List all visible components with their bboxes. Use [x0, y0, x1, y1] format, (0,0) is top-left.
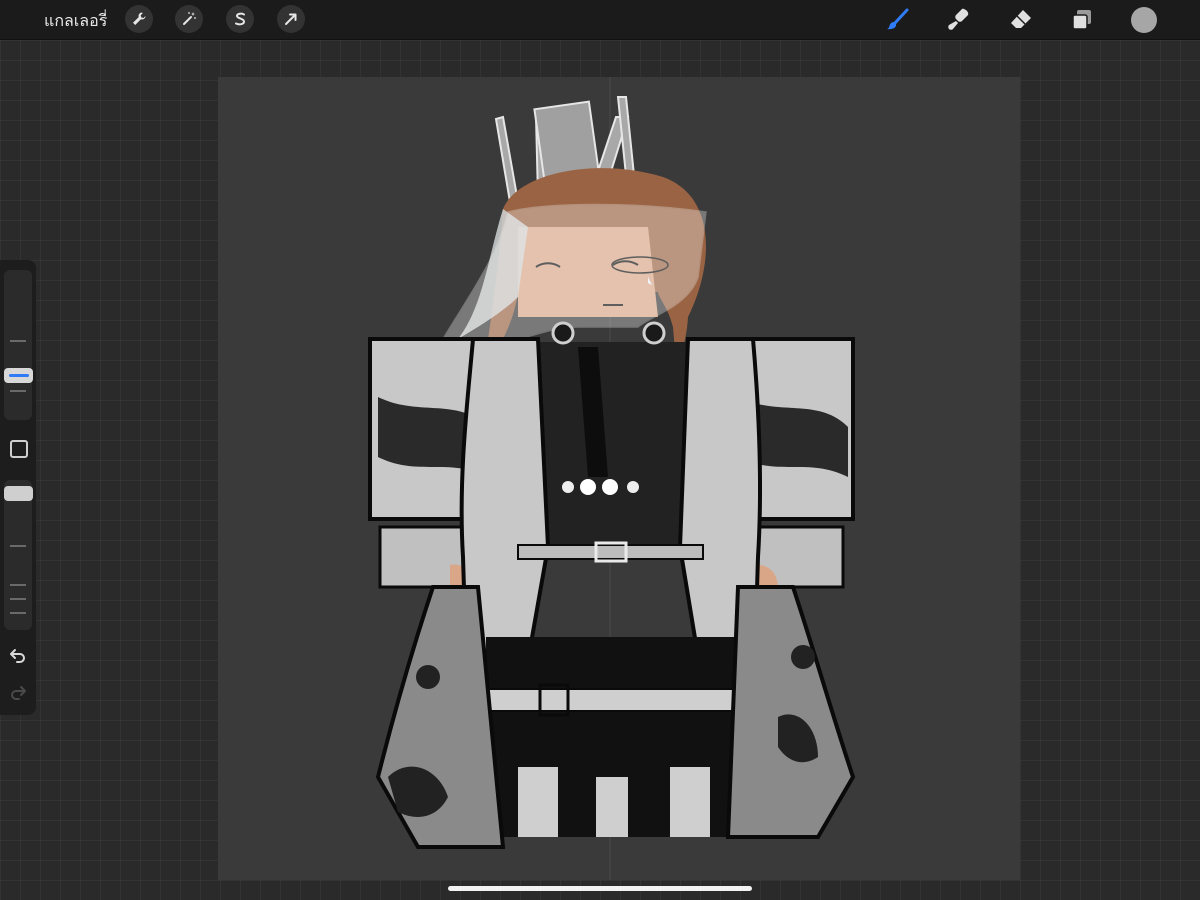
eraser-tool[interactable]	[1006, 5, 1036, 35]
layers-button[interactable]	[1067, 5, 1097, 35]
smudge-icon	[948, 8, 969, 30]
square-icon[interactable]	[10, 440, 28, 458]
actions-button[interactable]	[125, 5, 153, 33]
adjustments-button[interactable]	[175, 5, 203, 33]
drawing-canvas[interactable]	[218, 77, 1020, 880]
transform-button[interactable]	[277, 5, 305, 33]
undo-arrow-icon	[10, 649, 25, 663]
color-picker[interactable]	[1131, 7, 1157, 33]
veil	[441, 203, 707, 348]
opacity-slider[interactable]	[4, 480, 32, 630]
brush-size-thumb[interactable]	[4, 368, 33, 383]
redo-button[interactable]	[8, 682, 28, 702]
wrench-icon	[133, 12, 146, 25]
coat	[368, 321, 856, 849]
top-toolbar: แกลเลอรี่	[0, 0, 1200, 40]
character-illustration	[368, 77, 856, 880]
selection-icon	[235, 12, 246, 26]
gallery-button[interactable]: แกลเลอรี่	[44, 9, 107, 34]
eraser-icon	[1011, 10, 1031, 28]
magic-wand-icon	[183, 12, 196, 25]
redo-arrow-icon	[11, 686, 26, 700]
transform-arrow-icon	[285, 13, 297, 25]
selection-button[interactable]	[226, 5, 254, 33]
brush-icon	[887, 8, 909, 30]
opacity-thumb[interactable]	[4, 486, 33, 501]
layers-icon	[1072, 10, 1091, 30]
smudge-tool[interactable]	[944, 5, 974, 35]
undo-button[interactable]	[8, 645, 28, 665]
brush-size-slider[interactable]	[4, 270, 32, 420]
home-indicator[interactable]	[448, 886, 752, 891]
brush-tool[interactable]	[883, 5, 913, 35]
